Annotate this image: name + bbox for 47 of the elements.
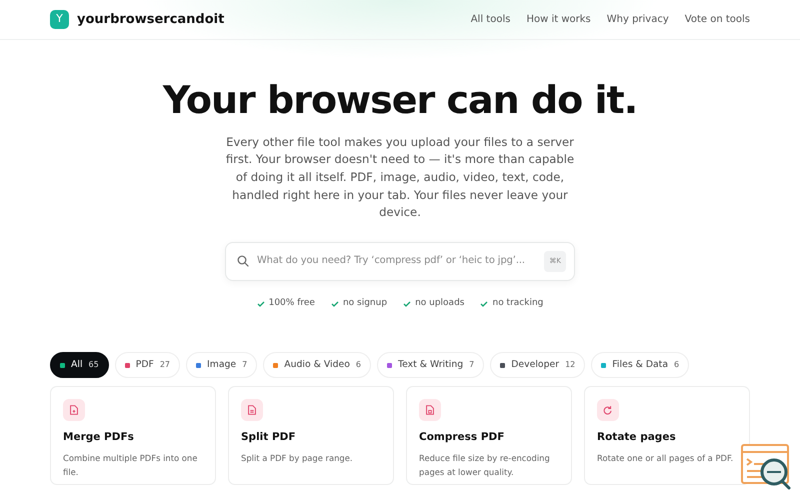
tool-description: Combine multiple PDFs into one file. [63,452,198,480]
category-filter[interactable]: Audio & Video 6 [263,352,371,378]
browser-search-icon[interactable] [741,444,791,490]
category-filter[interactable]: PDF 27 [114,352,180,378]
brand-name[interactable]: yourbrowsercandoit [77,10,224,30]
category-count: 7 [469,359,474,372]
check-icon [330,300,339,307]
search-input[interactable]: What do you need? Try ‘compress pdf’ or ‘heic to jpg’... [257,254,536,269]
nav-link[interactable]: Vote on tools [684,12,750,27]
category-filter[interactable]: All 65 [50,352,109,378]
rotate-icon [597,399,619,422]
tool-description: Split a PDF by page range. [241,452,354,466]
tool-card[interactable]: Merge PDFs Combine multiple PDFs into one file. [50,386,216,486]
category-count: 27 [160,359,170,372]
file-plus-icon [63,399,85,422]
perk-label: no tracking [492,296,544,310]
category-filter[interactable]: Developer 12 [490,352,586,378]
document-icon [241,399,263,422]
category-count: 7 [242,359,248,372]
tool-title: Merge PDFs [63,430,135,446]
tool-title: Rotate pages [597,430,677,446]
category-count: 12 [565,359,576,372]
nav-link[interactable]: All tools [470,12,510,27]
category-count: 65 [88,359,99,372]
check-icon [480,300,488,307]
category-count: 6 [356,359,361,372]
category-filter[interactable]: Text & Writing 7 [376,352,484,378]
category-filter[interactable]: Files & Data 6 [591,352,690,378]
category-count: 6 [674,359,680,372]
hero-title: Your browser can do it. [162,80,638,122]
tool-title: Split PDF [241,430,297,446]
search-icon [237,255,249,268]
tool-description: Reduce file size by re-encoding pages at lower quality. [419,452,551,480]
check-icon [256,300,265,307]
nav-link[interactable]: How it works [526,12,591,27]
file-icon [419,399,441,422]
hero-subtitle: Every other file tool makes you upload your files to a server first. Your browser doesn't need to — it's more than capable of doing it all itself. PDF, image, audio, video, text, code, handled right here in your tab. Your files never leave your device. [224,134,576,222]
category-filter[interactable]: Image 7 [186,352,258,378]
tool-title: Compress PDF [419,430,506,446]
tool-card[interactable]: Split PDF Split a PDF by page range. [228,386,394,486]
perk-label: 100% free [268,296,315,310]
perk-label: no signup [342,296,388,310]
perk-label: no uploads [415,296,464,310]
tool-card[interactable]: Compress PDF Reduce file size by re-encoding pages at lower quality. [406,386,572,486]
nav-link[interactable]: Why privacy [606,12,669,27]
check-icon [403,300,412,307]
tool-description: Rotate one or all pages of a PDF. [597,452,734,466]
